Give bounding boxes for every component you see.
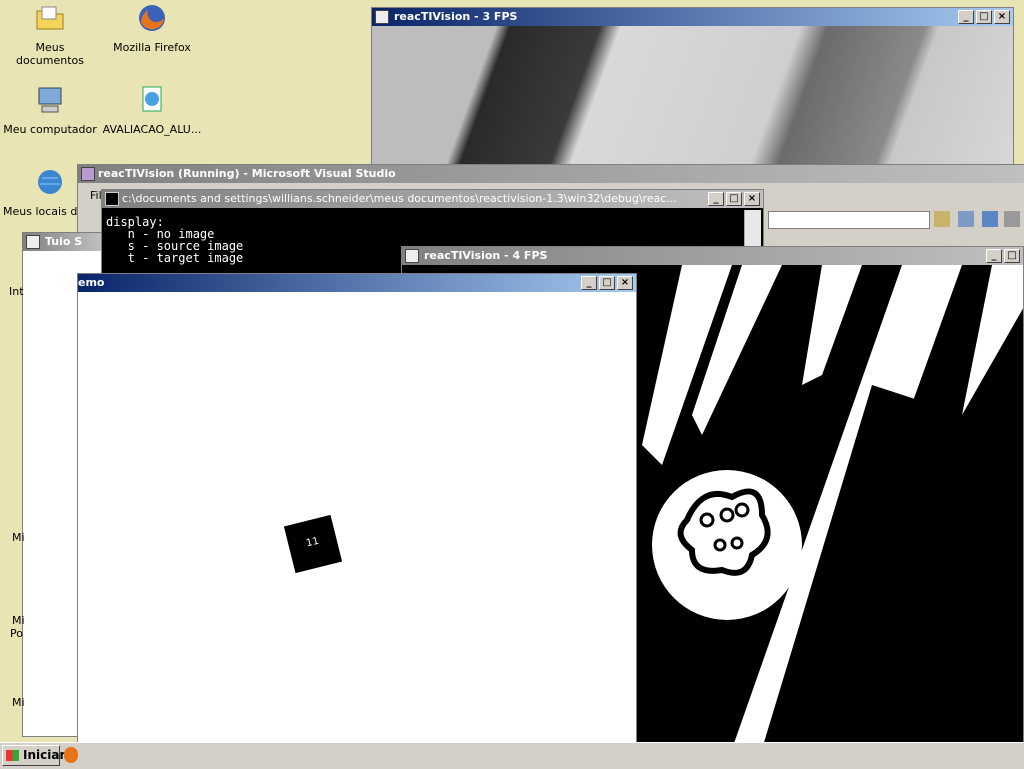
maximize-button[interactable]: □	[726, 192, 742, 206]
tuio-demo-window[interactable]: emo _ □ × 11	[77, 273, 637, 768]
taskbar: Iniciar	[0, 742, 1024, 769]
solution-icon[interactable]	[982, 211, 998, 227]
firefox-icon	[139, 5, 165, 31]
window-title: Tuio S	[45, 235, 83, 248]
close-button[interactable]: ×	[994, 10, 1010, 24]
desktop-icon-label: AVALIACAO_ALU...	[102, 123, 202, 136]
window-title: reacTIVision - 4 FPS	[424, 249, 548, 262]
title-bar[interactable]: c:\documents and settings\willians.schne…	[102, 190, 763, 208]
window-title: emo	[78, 276, 105, 289]
title-bar[interactable]: Tuio S	[23, 233, 101, 251]
desktop-icon-my-computer[interactable]: Meu computador	[0, 84, 100, 136]
start-button[interactable]: Iniciar	[2, 745, 65, 766]
desktop-icon-avaliacao[interactable]: AVALIACAO_ALU...	[102, 84, 202, 136]
menu-file[interactable]: Fil	[90, 189, 102, 202]
quick-launch-firefox-icon[interactable]	[64, 747, 78, 763]
desktop-icon-my-documents[interactable]: Meus documentos	[0, 2, 100, 67]
console-icon	[105, 192, 119, 206]
tools-icon[interactable]	[1004, 211, 1020, 227]
title-bar[interactable]: reacTIVision (Running) - Microsoft Visua…	[78, 165, 1024, 183]
minimize-button[interactable]: _	[986, 249, 1002, 263]
desktop-icon-firefox[interactable]: Mozilla Firefox	[102, 2, 202, 54]
toolbar-dropdown[interactable]	[768, 211, 930, 229]
title-bar[interactable]: reacTIVision - 3 FPS _ □ ×	[372, 8, 1013, 26]
desktop-icon-label: Meu computador	[3, 123, 97, 136]
window-title: c:\documents and settings\willians.schne…	[122, 192, 677, 205]
window-title: reacTIVision (Running) - Microsoft Visua…	[98, 167, 396, 180]
side-text: Mi	[12, 696, 25, 709]
camera-source-image	[372, 26, 1013, 166]
properties-icon[interactable]	[958, 211, 974, 227]
reactivision-icon	[375, 10, 389, 24]
maximize-button[interactable]: □	[599, 276, 615, 290]
desktop-icon-label: Mozilla Firefox	[113, 41, 191, 54]
console-output: display: n - no image s - source image t…	[106, 215, 244, 265]
maximize-button[interactable]: □	[1004, 249, 1020, 263]
title-bar[interactable]: emo _ □ ×	[78, 274, 636, 292]
title-bar[interactable]: reacTIVision - 4 FPS _ □	[402, 247, 1023, 265]
document-shortcut-icon	[142, 86, 162, 112]
side-text: Mi	[12, 614, 25, 627]
minimize-button[interactable]: _	[581, 276, 597, 290]
minimize-button[interactable]: _	[958, 10, 974, 24]
side-text: Mi	[12, 531, 25, 544]
start-label: Iniciar	[23, 748, 66, 762]
visual-studio-icon	[81, 167, 95, 181]
reactivision-icon	[405, 249, 419, 263]
fiducial-marker: 11	[283, 514, 343, 574]
find-icon[interactable]	[934, 211, 950, 227]
desktop-icon-label: Meus documentos	[16, 41, 84, 67]
network-globe-icon	[38, 170, 62, 194]
side-text: Po	[10, 627, 23, 640]
close-button[interactable]: ×	[617, 276, 633, 290]
side-text: Int	[9, 285, 24, 298]
minimize-button[interactable]: _	[708, 192, 724, 206]
windows-flag-icon	[6, 750, 19, 761]
tuio-icon	[26, 235, 40, 249]
computer-icon	[38, 87, 62, 113]
maximize-button[interactable]: □	[976, 10, 992, 24]
close-button[interactable]: ×	[744, 192, 760, 206]
window-title: reacTIVision - 3 FPS	[394, 10, 518, 23]
folder-icon	[36, 6, 64, 30]
camera-window-source[interactable]: reacTIVision - 3 FPS _ □ ×	[371, 7, 1014, 167]
marker-id: 11	[305, 535, 321, 550]
